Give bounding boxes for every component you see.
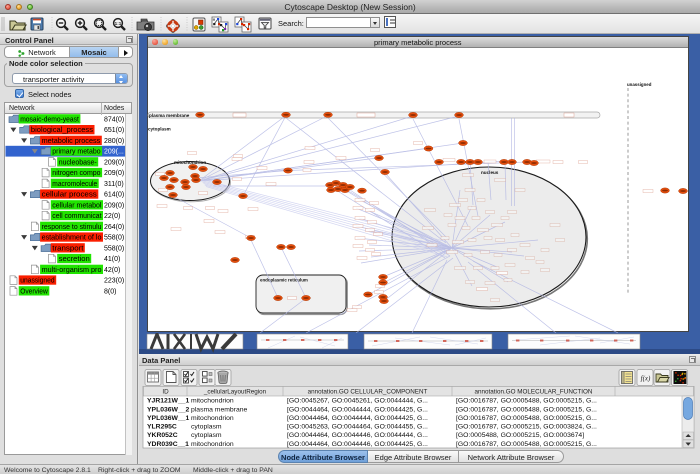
svg-text:establishment of lo: establishment of lo [42,235,102,242]
svg-text:311(0): 311(0) [104,181,124,188]
svg-text:264(0): 264(0) [104,224,124,231]
svg-text:Overview: Overview [20,289,48,296]
svg-text:cell communicat: cell communicat [52,213,101,220]
svg-text:endoplasmic reticulum: endoplasmic reticulum [260,278,308,283]
svg-text:cytoplasm: cytoplasm [148,127,171,132]
svg-text:223(0): 223(0) [104,278,124,285]
svg-text:YPL036W__1: YPL036W__1 [147,415,190,422]
svg-text:unassigned: unassigned [627,82,652,87]
svg-text:transport: transport [52,246,83,253]
svg-text:8(0): 8(0) [104,289,116,296]
svg-text:[GO:0016787, GO:0005215, GO:00: [GO:0016787, GO:0005215, GO:0003824, G..… [456,424,597,431]
svg-text:multi-organism pro: multi-organism pro [42,267,102,274]
svg-text:cellular metabol: cellular metabol [52,203,102,210]
svg-text:metabolic process: metabolic process [42,138,101,145]
svg-text:cellular process: cellular process [42,192,98,199]
svg-text:primary metabo: primary metabo [52,149,100,156]
svg-text:biological_process: biological_process [31,127,94,134]
svg-text:cytoplasm: cytoplasm [191,424,222,431]
svg-text:[GO:0045263, GO:0044464, GO:00: [GO:0045263, GO:0044464, GO:0044455, G..… [287,424,428,431]
svg-text:[GO:0016787, GO:0005488, GO:00: [GO:0016787, GO:0005488, GO:0005215, G..… [456,441,597,448]
svg-text:558(0): 558(0) [104,235,124,242]
svg-text:nucleus: nucleus [481,170,499,175]
svg-text:280(0): 280(0) [104,138,124,145]
svg-text:macromolecule: macromolecule [52,181,97,188]
svg-text:plasma membrane: plasma membrane [191,406,248,413]
svg-text:[GO:0016787, GO:0005488, GO:00: [GO:0016787, GO:0005488, GO:0005215, G..… [456,398,597,405]
svg-text:response to stimulu: response to stimulu [42,224,102,231]
svg-text:f(x): f(x) [641,375,651,383]
svg-text:YPL036W__2: YPL036W__2 [147,406,190,413]
svg-text:secretion: secretion [59,256,90,263]
svg-text:cytoplasm: cytoplasm [191,432,222,439]
svg-text:mitochondrion: mitochondrion [191,415,234,422]
svg-text:unassigned: unassigned [20,278,55,285]
svg-text:[GO:0016787, GO:0005488, GO:00: [GO:0016787, GO:0005488, GO:0005215, G..… [456,415,597,422]
svg-text:YDR039C__1: YDR039C__1 [147,441,189,448]
svg-text:mosaic-demo-yeast: mosaic-demo-yeast [20,117,79,124]
svg-text:22(0): 22(0) [104,213,120,220]
svg-text:[GO:0045267, GO:0045261, GO:00: [GO:0045267, GO:0045261, GO:0044444, G..… [287,398,428,405]
svg-text:ID: ID [162,389,169,396]
svg-text:[GO:0044464, GO:0044444, GO:00: [GO:0044464, GO:0044444, GO:0044425, G..… [287,406,428,413]
svg-text:558(0): 558(0) [104,246,124,253]
svg-text:1:1: 1:1 [115,21,122,26]
svg-text:mitochondrion: mitochondrion [191,441,234,448]
svg-text:plasma membrane: plasma membrane [149,113,190,118]
svg-text:209(0): 209(0) [104,160,124,167]
svg-text:209(0): 209(0) [104,170,124,177]
svg-text:nitrogen compo: nitrogen compo [52,170,100,177]
svg-text:YLR295C: YLR295C [147,424,177,431]
svg-text:614(0): 614(0) [104,192,124,199]
svg-text:_cellularLayoutRegion: _cellularLayoutRegion [203,389,267,396]
svg-text:mitochondrion: mitochondrion [191,398,234,405]
svg-text:[GO:0044464, GO:0044444, GO:00: [GO:0044464, GO:0044444, GO:0044425, G..… [287,415,428,422]
svg-text:42(0): 42(0) [104,267,120,274]
svg-text:651(0): 651(0) [104,127,124,134]
svg-text:[GO:0005488, GO:0005215, GO:00: [GO:0005488, GO:0005215, GO:0003674] [456,432,584,439]
svg-text:YJR121W__1: YJR121W__1 [147,398,190,405]
svg-text:209(...: 209(... [104,149,124,156]
svg-text:[GO:0044464, GO:0044446, GO:00: [GO:0044464, GO:0044446, GO:0044425, G..… [287,441,428,448]
svg-text:mitochondrion: mitochondrion [174,160,206,165]
svg-text:[GO:0016787, GO:0005488, GO:00: [GO:0016787, GO:0005488, GO:0005215, G..… [456,406,597,413]
svg-text:874(0): 874(0) [104,117,124,124]
svg-text:YKR052C: YKR052C [147,432,178,439]
svg-text:annotation.GO MOLECULAR_FUNCTI: annotation.GO MOLECULAR_FUNCTION [475,389,593,396]
svg-text:41(0): 41(0) [104,256,120,263]
svg-text:annotation.GO CELLULAR_COMPONE: annotation.GO CELLULAR_COMPONENT [308,389,428,396]
svg-text:209(0): 209(0) [104,203,124,210]
svg-text:nucleobase-: nucleobase- [59,160,98,167]
svg-text:[GO:0044464, GO:0044446, GO:00: [GO:0044464, GO:0044446, GO:0044444, G..… [287,432,428,439]
